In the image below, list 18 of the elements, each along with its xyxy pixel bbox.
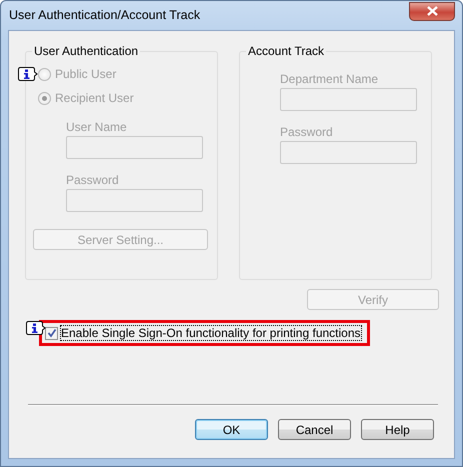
input-field[interactable]	[66, 189, 203, 212]
input-field[interactable]	[66, 136, 203, 159]
input-field[interactable]	[280, 88, 417, 111]
dialog-button[interactable]: Cancel	[278, 419, 351, 440]
field-label: Department Name	[280, 72, 378, 86]
field-label: User Name	[66, 120, 127, 134]
checkbox-label[interactable]: Enable Single Sign-On functionality for printing functions	[61, 326, 361, 340]
group-title: Account Track	[247, 44, 326, 58]
dialog-button[interactable]: Help	[361, 419, 434, 440]
close-button[interactable]	[409, 2, 455, 20]
checkbox[interactable]	[45, 326, 58, 340]
window-title: User Authentication/Account Track	[9, 8, 200, 22]
field-label: Password	[280, 125, 333, 139]
close-icon	[426, 6, 438, 16]
dialog-button[interactable]: OK	[195, 419, 268, 440]
input-field[interactable]	[280, 141, 417, 164]
field-label: Password	[66, 173, 119, 187]
group-title: User Authentication	[33, 44, 140, 58]
